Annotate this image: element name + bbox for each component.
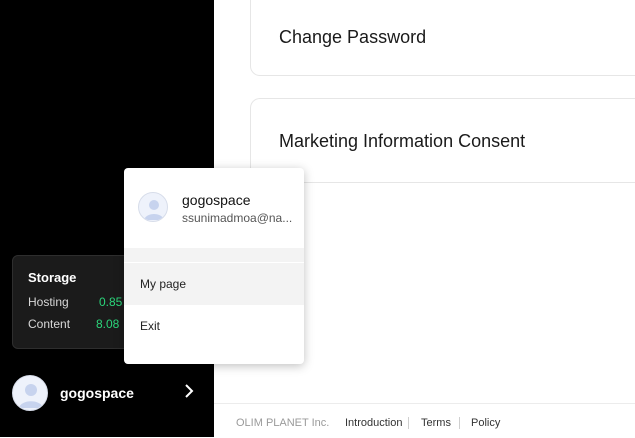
user-avatar-icon <box>12 375 48 411</box>
footer-company: OLIM PLANET Inc. <box>236 417 330 429</box>
footer-separator <box>459 417 460 429</box>
content-label: Content <box>28 317 71 331</box>
marketing-consent-card[interactable]: Marketing Information Consent <box>250 98 635 194</box>
hosting-label: Hosting <box>28 295 69 309</box>
sidebar-user-bar[interactable]: gogospace <box>0 370 214 416</box>
storage-title: Storage <box>28 270 77 285</box>
card-divider <box>250 182 635 183</box>
user-avatar-icon <box>138 192 168 222</box>
footer-separator <box>408 417 409 429</box>
popup-user-email: ssunimadmoa@na... <box>182 211 293 225</box>
change-password-card[interactable]: Change Password <box>250 0 635 76</box>
change-password-title: Change Password <box>279 27 427 47</box>
user-menu-popup: gogospace ssunimadmoa@na... My page Exit <box>124 168 304 364</box>
sidebar-user-name: gogospace <box>60 385 134 401</box>
popup-divider <box>124 248 304 262</box>
hosting-value: 0.85 <box>99 295 123 309</box>
footer-link-introduction[interactable]: Introduction <box>345 417 402 429</box>
popup-profile-header: gogospace ssunimadmoa@na... <box>124 168 304 248</box>
menu-item-exit[interactable]: Exit <box>124 305 304 347</box>
footer-link-terms[interactable]: Terms <box>421 417 451 429</box>
popup-user-name: gogospace <box>182 192 251 208</box>
menu-item-my-page[interactable]: My page <box>124 263 304 305</box>
footer: OLIM PLANET Inc. Introduction Terms Poli… <box>214 403 635 438</box>
content-value: 8.08 <box>96 317 120 331</box>
footer-link-policy[interactable]: Policy <box>471 417 500 429</box>
marketing-consent-title: Marketing Information Consent <box>279 131 526 151</box>
chevron-right-icon[interactable] <box>180 382 198 400</box>
